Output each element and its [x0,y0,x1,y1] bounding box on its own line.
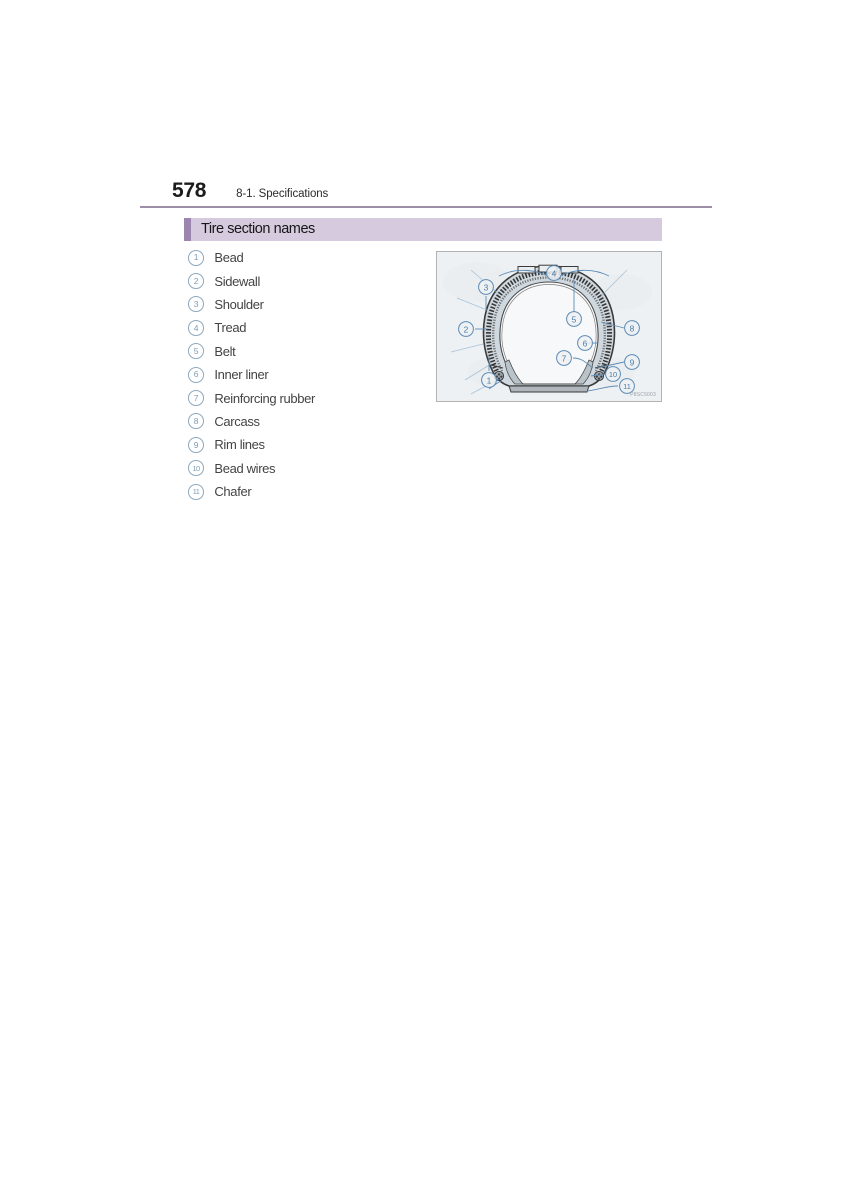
callout-number: 7 [188,390,205,407]
bead-wires-right [593,370,605,382]
svg-text:7: 7 [562,353,567,363]
tire-cross-section-figure: 1 2 3 4 5 6 7 8 9 10 11 P8SC5003 [436,251,662,402]
svg-text:8: 8 [630,323,635,333]
list-item-label: Bead [214,250,244,266]
list-item: 3 Shoulder [188,293,428,316]
list-item: 8 Carcass [188,410,428,433]
list-item-label: Chafer [214,484,252,500]
bead-seat [508,385,590,393]
header-divider [140,206,712,208]
figure-code: P8SC5003 [630,392,656,398]
svg-text:11: 11 [623,382,631,391]
list-item-label: Belt [214,343,236,359]
page-number: 578 [172,179,207,202]
list-item-label: Tread [214,320,247,336]
list-item: 4 Tread [188,316,428,339]
svg-text:1: 1 [487,375,492,385]
svg-text:3: 3 [484,282,489,292]
svg-text:5: 5 [572,314,577,324]
callout-9: 9 [624,354,640,370]
callout-number: 5 [188,343,205,360]
callout-6: 6 [577,335,593,351]
callout-number: 3 [188,296,205,313]
list-item: 1 Bead [188,246,428,269]
callout-7: 7 [556,350,572,366]
list-item-label: Sidewall [214,273,261,289]
list-item-label: Rim lines [214,437,265,453]
list-item: 7 Reinforcing rubber [188,386,428,409]
callout-number: 11 [188,483,205,500]
list-item-label: Bead wires [214,460,276,476]
callout-number: 6 [188,366,205,383]
list-item-label: Inner liner [214,367,269,383]
svg-text:4: 4 [552,268,557,278]
list-item: 10 Bead wires [188,457,428,480]
tire-cross-section-illustration: 1 2 3 4 5 6 7 8 9 10 11 [437,252,661,401]
callout-5: 5 [566,311,582,327]
callout-4: 4 [546,265,562,281]
list-item: 2 Sidewall [188,269,428,292]
list-item: 11 Chafer [188,480,428,503]
callout-number: 8 [188,413,205,430]
manual-page: 578 8-1. Specifications Tire section nam… [0,0,848,1200]
callout-number: 10 [188,460,205,477]
callout-3: 3 [478,279,494,295]
list-item: 6 Inner liner [188,363,428,386]
list-item-label: Carcass [214,413,260,429]
section-heading: Tire section names [184,218,662,241]
callout-number: 4 [188,319,205,336]
running-head: 578 8-1. Specifications [172,180,712,201]
callout-2: 2 [458,321,474,337]
section-label: 8-1. Specifications [236,188,329,200]
list-item-label: Reinforcing rubber [214,390,316,406]
svg-text:10: 10 [609,370,617,379]
heading-accent-bar [184,218,191,241]
list-item: 9 Rim lines [188,433,428,456]
callout-number: 2 [188,273,205,290]
tire-parts-legend: 1 Bead 2 Sidewall 3 Shoulder 4 Tread 5 B… [188,246,428,503]
callout-10: 10 [605,366,621,382]
list-item: 5 Belt [188,340,428,363]
svg-text:2: 2 [464,324,469,334]
callout-number: 1 [188,249,205,266]
list-item-label: Shoulder [214,296,264,312]
svg-text:9: 9 [630,357,635,367]
callout-number: 9 [188,436,205,453]
tire-inner-cavity [499,281,599,385]
callout-8: 8 [624,320,640,336]
callout-1: 1 [481,372,497,388]
section-heading-title: Tire section names [201,221,315,238]
svg-text:6: 6 [583,338,588,348]
